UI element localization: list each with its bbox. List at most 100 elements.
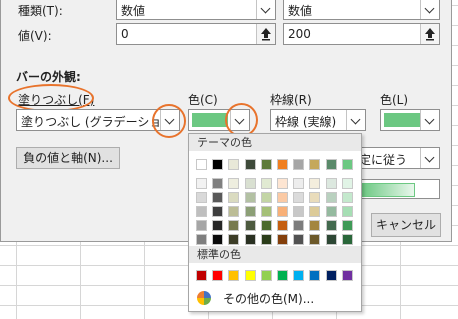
theme-shade-swatch[interactable] — [244, 192, 256, 203]
theme-color-swatch[interactable] — [244, 159, 256, 170]
standard-color-swatch[interactable] — [309, 270, 321, 281]
theme-color-swatch[interactable] — [196, 159, 207, 170]
theme-shade-swatch[interactable] — [212, 178, 224, 189]
theme-shade-swatch[interactable] — [196, 192, 207, 203]
value-max-input[interactable]: 200 — [283, 23, 440, 45]
theme-color-swatch[interactable] — [277, 159, 288, 170]
theme-shade-swatch[interactable] — [196, 178, 207, 189]
standard-color-swatch[interactable] — [293, 270, 305, 281]
theme-shade-swatch[interactable] — [277, 220, 288, 231]
theme-shade-swatch[interactable] — [277, 178, 288, 189]
theme-shade-swatch[interactable] — [293, 192, 305, 203]
highlight-oval — [8, 84, 94, 112]
theme-shade-swatch[interactable] — [309, 192, 321, 203]
type-label: 種類(T): — [18, 4, 63, 18]
highlight-oval — [152, 104, 186, 138]
theme-shade-swatch[interactable] — [341, 192, 353, 203]
cancel-label: キャンセル — [375, 218, 436, 232]
theme-shade-swatch[interactable] — [228, 234, 240, 245]
value-max-text: 200 — [288, 27, 311, 41]
theme-shade-swatch[interactable] — [309, 178, 321, 189]
theme-shade-swatch[interactable] — [260, 234, 272, 245]
theme-shade-swatch[interactable] — [341, 220, 353, 231]
theme-shade-swatch[interactable] — [196, 206, 207, 217]
color-wheel-icon — [197, 291, 211, 305]
type-min-select[interactable]: 数値 — [116, 0, 276, 20]
theme-shade-swatch[interactable] — [212, 206, 224, 217]
theme-shade-swatch[interactable] — [325, 192, 337, 203]
theme-shade-swatch[interactable] — [277, 206, 288, 217]
theme-shade-swatch[interactable] — [325, 234, 337, 245]
border-color-picker[interactable] — [380, 109, 440, 131]
standard-color-swatch[interactable] — [196, 270, 207, 281]
theme-shade-swatch[interactable] — [325, 220, 337, 231]
standard-color-swatch[interactable] — [228, 270, 240, 281]
theme-shade-swatch[interactable] — [293, 220, 305, 231]
chevron-down-icon[interactable] — [420, 0, 439, 19]
standard-color-swatch[interactable] — [341, 270, 353, 281]
theme-shade-swatch[interactable] — [341, 206, 353, 217]
theme-shade-swatch[interactable] — [309, 220, 321, 231]
bar-appearance-title: バーの外観: — [16, 70, 81, 84]
value-min-text: 0 — [121, 27, 129, 41]
standard-color-swatch[interactable] — [325, 270, 337, 281]
type-max-select[interactable]: 数値 — [283, 0, 440, 20]
standard-color-swatch[interactable] — [277, 270, 288, 281]
standard-color-swatch[interactable] — [260, 270, 272, 281]
standard-color-swatch[interactable] — [212, 270, 224, 281]
range-select-icon[interactable] — [420, 24, 439, 44]
theme-shade-swatch[interactable] — [260, 220, 272, 231]
more-colors-item[interactable]: その他の色(M)... — [197, 289, 347, 307]
theme-shade-swatch[interactable] — [244, 206, 256, 217]
theme-shade-swatch[interactable] — [196, 234, 207, 245]
chevron-down-icon[interactable] — [346, 110, 365, 130]
theme-shade-swatch[interactable] — [277, 234, 288, 245]
theme-shade-swatch[interactable] — [244, 234, 256, 245]
theme-shade-swatch[interactable] — [244, 178, 256, 189]
theme-shade-swatch[interactable] — [212, 192, 224, 203]
theme-shade-swatch[interactable] — [341, 234, 353, 245]
theme-shade-swatch[interactable] — [260, 206, 272, 217]
theme-shade-swatch[interactable] — [341, 178, 353, 189]
theme-color-swatch[interactable] — [325, 159, 337, 170]
theme-shade-swatch[interactable] — [196, 220, 207, 231]
theme-shade-swatch[interactable] — [228, 220, 240, 231]
theme-shade-swatch[interactable] — [325, 178, 337, 189]
standard-color-swatch[interactable] — [244, 270, 256, 281]
theme-shade-swatch[interactable] — [228, 206, 240, 217]
theme-shade-swatch[interactable] — [228, 178, 240, 189]
theme-shade-swatch[interactable] — [293, 234, 305, 245]
negative-axis-button[interactable]: 負の値と軸(N)... — [16, 147, 120, 169]
theme-shade-swatch[interactable] — [212, 220, 224, 231]
chevron-down-icon[interactable] — [256, 0, 275, 19]
negative-axis-label: 負の値と軸(N)... — [23, 151, 113, 165]
theme-shade-swatch[interactable] — [293, 178, 305, 189]
range-select-icon[interactable] — [256, 24, 275, 44]
theme-shade-swatch[interactable] — [260, 178, 272, 189]
theme-color-swatch[interactable] — [309, 159, 321, 170]
theme-color-swatch[interactable] — [341, 159, 353, 170]
theme-color-swatch[interactable] — [212, 159, 224, 170]
theme-shade-swatch[interactable] — [260, 192, 272, 203]
cancel-button[interactable]: キャンセル — [371, 213, 441, 237]
theme-colors-header: テーマの色 — [189, 134, 361, 151]
theme-shade-swatch[interactable] — [212, 234, 224, 245]
theme-shade-swatch[interactable] — [309, 206, 321, 217]
theme-shade-swatch[interactable] — [309, 234, 321, 245]
bar-direction-select[interactable]: 定に従う — [352, 147, 440, 169]
theme-color-swatch[interactable] — [228, 159, 240, 170]
theme-shade-swatch[interactable] — [293, 206, 305, 217]
theme-shade-swatch[interactable] — [277, 192, 288, 203]
theme-shade-swatch[interactable] — [228, 192, 240, 203]
theme-color-swatch[interactable] — [260, 159, 272, 170]
value-min-input[interactable]: 0 — [116, 23, 276, 45]
chevron-down-icon[interactable] — [420, 148, 439, 168]
theme-color-swatch[interactable] — [293, 159, 305, 170]
theme-shade-swatch[interactable] — [325, 206, 337, 217]
preview-bar-fill — [361, 183, 415, 197]
theme-shade-swatch[interactable] — [244, 220, 256, 231]
border-label: 枠線(R) — [270, 93, 312, 107]
chevron-down-icon[interactable] — [420, 110, 439, 130]
color-dropdown: テーマの色 標準の色 その他の色(M)... — [188, 133, 362, 312]
border-select[interactable]: 枠線 (実線) — [270, 109, 366, 131]
